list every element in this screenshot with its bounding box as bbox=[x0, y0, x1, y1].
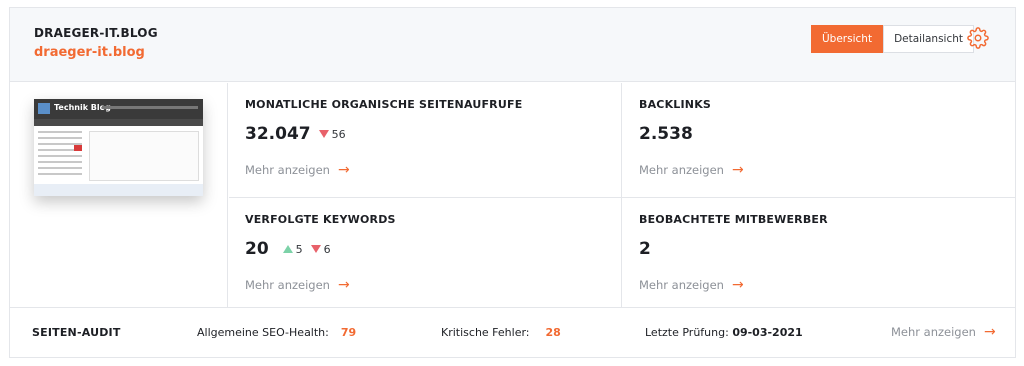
critical-errors: Kritische Fehler: 28 bbox=[441, 326, 561, 339]
more-link[interactable]: Mehr anzeigen → bbox=[245, 277, 350, 293]
stat-organic-visits: MONATLICHE ORGANISCHE SEITENAUFRUFE 32.0… bbox=[245, 98, 605, 188]
site-audit-bar: SEITEN-AUDIT Allgemeine SEO-Health: 79 Kr… bbox=[10, 308, 1015, 357]
triangle-down-icon bbox=[310, 245, 321, 253]
delta-down: 6 bbox=[310, 243, 331, 256]
arrow-right-icon: → bbox=[337, 277, 350, 293]
seo-health: Allgemeine SEO-Health: 79 bbox=[197, 326, 357, 339]
site-screenshot-thumbnail[interactable]: Technik Blog bbox=[34, 99, 203, 196]
arrow-right-icon: → bbox=[337, 162, 350, 178]
view-toggle: Übersicht Detailansicht bbox=[811, 25, 975, 53]
site-overview-card: DRAEGER-IT.BLOG draeger-it.blog Übersich… bbox=[9, 7, 1016, 358]
critical-errors-value: 28 bbox=[545, 326, 561, 339]
site-thumbnail-cell: Technik Blog bbox=[10, 83, 228, 307]
stat-title: VERFOLGTE KEYWORDS bbox=[245, 213, 396, 226]
delta-down: 56 bbox=[318, 128, 346, 141]
stat-backlinks: BACKLINKS 2.538 Mehr anzeigen → bbox=[639, 98, 999, 188]
stat-keywords: VERFOLGTE KEYWORDS 20 5 6 Mehr anzeigen … bbox=[245, 213, 605, 303]
site-name: DRAEGER-IT.BLOG bbox=[34, 26, 158, 40]
triangle-up-icon bbox=[282, 245, 293, 253]
last-check-date: 09-03-2021 bbox=[732, 326, 803, 339]
stat-title: BACKLINKS bbox=[639, 98, 712, 111]
stat-title: BEOBACHTETE MITBEWERBER bbox=[639, 213, 828, 226]
last-check: Letzte Prüfung: 09-03-2021 bbox=[645, 326, 803, 339]
stat-value: 20 bbox=[245, 239, 269, 259]
arrow-right-icon: → bbox=[983, 324, 996, 340]
triangle-down-icon bbox=[318, 130, 329, 138]
overview-button[interactable]: Übersicht bbox=[811, 25, 884, 53]
more-link[interactable]: Mehr anzeigen → bbox=[245, 162, 350, 178]
arrow-right-icon: → bbox=[731, 277, 744, 293]
stat-title: MONATLICHE ORGANISCHE SEITENAUFRUFE bbox=[245, 98, 523, 111]
arrow-right-icon: → bbox=[731, 162, 744, 178]
stat-value: 2.538 bbox=[639, 124, 693, 144]
thumbnail-logo bbox=[38, 103, 50, 114]
stat-value: 2 bbox=[639, 239, 651, 259]
thumbnail-cookie-bar bbox=[34, 184, 203, 196]
audit-more-link[interactable]: Mehr anzeigen → bbox=[891, 324, 996, 340]
site-link[interactable]: draeger-it.blog bbox=[34, 45, 145, 60]
stat-value: 32.047 bbox=[245, 124, 311, 144]
more-link[interactable]: Mehr anzeigen → bbox=[639, 162, 744, 178]
audit-title: SEITEN-AUDIT bbox=[32, 326, 121, 339]
stat-competitors: BEOBACHTETE MITBEWERBER 2 Mehr anzeigen … bbox=[639, 213, 999, 303]
delta-up: 5 bbox=[282, 243, 303, 256]
detail-view-button[interactable]: Detailansicht bbox=[883, 25, 975, 53]
more-link[interactable]: Mehr anzeigen → bbox=[639, 277, 744, 293]
seo-health-value: 79 bbox=[340, 326, 357, 339]
gear-icon[interactable] bbox=[967, 27, 989, 49]
card-header: DRAEGER-IT.BLOG draeger-it.blog Übersich… bbox=[10, 8, 1015, 82]
